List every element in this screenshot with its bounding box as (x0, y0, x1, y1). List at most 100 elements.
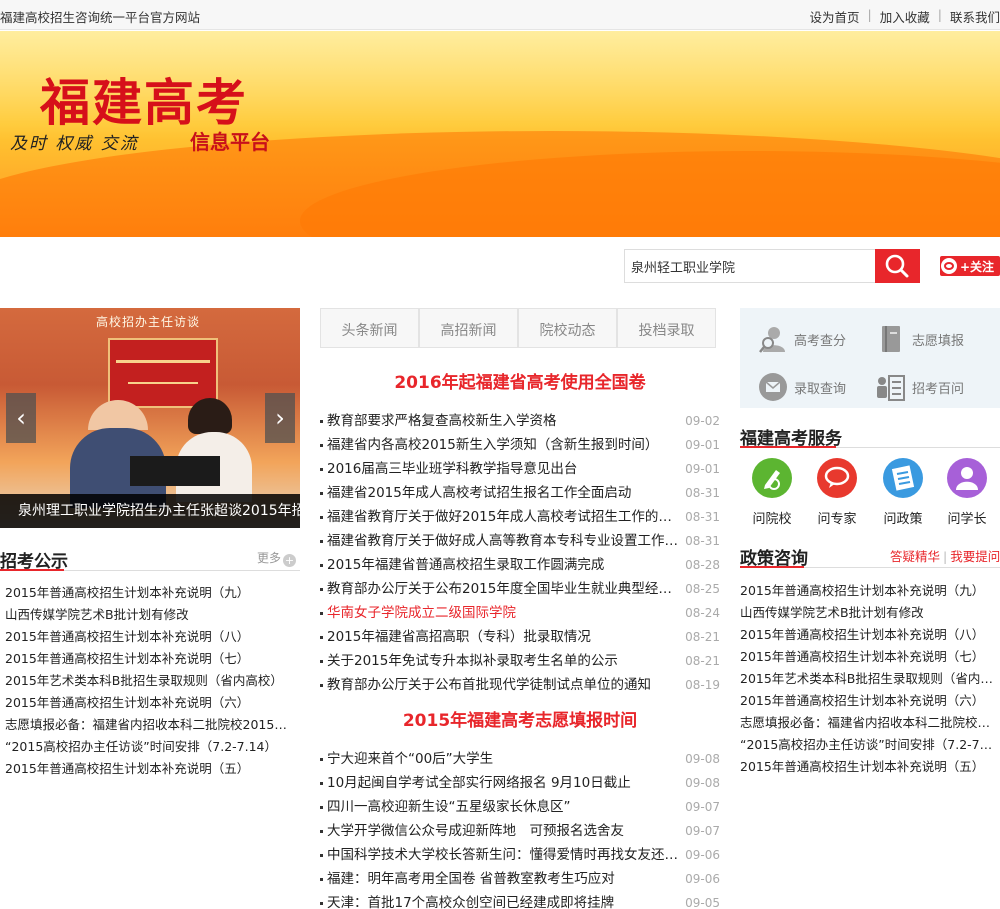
list-item[interactable]: 2015年艺术类本科B批招生录取规则（省内高校） (5, 670, 295, 692)
service-ask-senior[interactable]: 问学长 (937, 458, 997, 528)
news-item[interactable]: 关于2015年免试专升本拟补录取考生名单的公示 08-21 (320, 649, 720, 673)
pencil-icon (752, 458, 792, 498)
policy-list: 2015年普通高校招生计划本补充说明（九） 山西传媒学院艺术B批计划有修改 20… (740, 580, 994, 778)
quick-link-admission[interactable]: 录取查询 (758, 370, 878, 404)
quick-link-volunteer[interactable]: 志愿填报 (876, 322, 996, 356)
divider: | (937, 7, 942, 22)
list-item[interactable]: “2015高校招办主任访谈”时间安排（7.2-7.14） (5, 736, 295, 758)
tab-college-news[interactable]: 院校动态 (518, 308, 617, 348)
site-name: 福建高校招生咨询统一平台官方网站 (0, 10, 201, 25)
list-item[interactable]: 山西传媒学院艺术B批计划有修改 (5, 604, 295, 626)
ask-question-link[interactable]: 我要提问 (950, 549, 1000, 564)
tab-headline-news[interactable]: 头条新闻 (320, 308, 419, 348)
chevron-left-icon[interactable]: ‹ (6, 393, 36, 443)
news-item[interactable]: 四川一高校迎新生设“五星级家长休息区” 09-07 (320, 795, 720, 819)
list-item[interactable]: “2015高校招办主任访谈”时间安排（7.2-7.14） (740, 734, 994, 756)
service-ask-expert[interactable]: 问专家 (807, 458, 867, 528)
chevron-right-icon[interactable]: › (265, 393, 295, 443)
headline-news-title[interactable]: 2016年起福建省高考使用全国卷 (320, 368, 720, 393)
divider: | (867, 7, 872, 22)
news-item[interactable]: 福建省教育厅关于做好2015年成人高校考试招生工作的通知 08-31 (320, 505, 720, 529)
news-item[interactable]: 华南女子学院成立二级国际学院 08-24 (320, 601, 720, 625)
follow-label: +关注 (960, 260, 995, 274)
host-head (188, 398, 232, 434)
headline-news-title[interactable]: 2015年福建高考志愿填报时间 (320, 706, 720, 731)
weibo-follow-button[interactable]: +关注 (940, 256, 1000, 276)
news-item[interactable]: 福建省2015年成人高校考试招生报名工作全面启动 08-31 (320, 481, 720, 505)
quick-links-panel: 高考查分 志愿填报 录取查询 招考百问 (740, 308, 1000, 408)
tab-admission-news[interactable]: 高招新闻 (419, 308, 518, 348)
list-item[interactable]: 2015年普通高校招生计划本补充说明（八） (740, 624, 994, 646)
list-item[interactable]: 2015年普通高校招生计划本补充说明（五） (740, 756, 994, 778)
speech-bubble-icon (817, 458, 857, 498)
qa-highlights-link[interactable]: 答疑精华 (890, 549, 940, 564)
document-icon (883, 458, 923, 498)
news-item[interactable]: 教育部办公厅关于公布首批现代学徒制试点单位的通知 08-19 (320, 673, 720, 697)
news-tabs: 头条新闻 高招新闻 院校动态 投档录取 (320, 308, 716, 348)
logo-subtitle: 信息平台 (190, 130, 270, 154)
search-icon (885, 254, 909, 278)
news-list: 宁大迎来首个“00后”大学生 09-08 10月起闽自学考试全部实行网络报名 9月… (320, 747, 720, 909)
list-item[interactable]: 山西传媒学院艺术B批计划有修改 (740, 602, 994, 624)
news-item[interactable]: 2016届高三毕业班学科教学指导意见出台 09-01 (320, 457, 720, 481)
mail-icon (759, 373, 787, 401)
search-input[interactable] (624, 249, 876, 283)
news-item[interactable]: 2015年福建省高招高职（专科）批录取情况 08-21 (320, 625, 720, 649)
slider-caption[interactable]: 泉州理工职业学院招生办主任张超谈2015年招生 (0, 494, 300, 528)
news-item[interactable]: 10月起闽自学考试全部实行网络报名 9月10日截止 09-08 (320, 771, 720, 795)
desk (130, 456, 220, 486)
service-section-header: 福建高考服务 (740, 424, 1000, 449)
list-item[interactable]: 2015年普通高校招生计划本补充说明（六） (740, 690, 994, 712)
logo-title[interactable]: 福建高考 (40, 63, 248, 135)
news-item[interactable]: 天津：首批17个高校众创空间已经建成即将挂牌 09-05 (320, 891, 720, 909)
news-item[interactable]: 教育部要求严格复查高校新生入学资格 09-02 (320, 409, 720, 433)
quick-link-faq[interactable]: 招考百问 (876, 370, 996, 404)
weibo-icon (941, 258, 957, 274)
news-item[interactable]: 教育部办公厅关于公布2015年度全国毕业生就业典型经验高校名单08-25 (320, 577, 720, 601)
news-item[interactable]: 福建省内各高校2015新生入学须知（含新生报到时间） 09-01 (320, 433, 720, 457)
news-list: 教育部要求严格复查高校新生入学资格 09-02 福建省内各高校2015新生入学须知… (320, 409, 720, 697)
slider-screen (108, 338, 218, 408)
news-item[interactable]: 大学开学微信公众号成迎新阵地 可预报名选舍友 09-07 (320, 819, 720, 843)
contact-us-link[interactable]: 联系我们 (950, 7, 1000, 26)
more-link[interactable]: 更多 + (257, 549, 297, 567)
person-search-icon (759, 327, 785, 353)
add-favorite-link[interactable]: 加入收藏 (880, 7, 930, 26)
news-item[interactable]: 中国科学技术大学校长答新生问：懂得爱情时再找女友还不迟 09-06 (320, 843, 720, 867)
book-icon (882, 326, 900, 352)
divider: | (943, 549, 948, 564)
top-bar: 福建高校招生咨询统一平台官方网站 设为首页 | 加入收藏 | 联系我们 (0, 0, 1000, 30)
news-item[interactable]: 宁大迎来首个“00后”大学生 09-08 (320, 747, 720, 771)
list-item[interactable]: 2015年普通高校招生计划本补充说明（七） (5, 648, 295, 670)
left-section-list: 2015年普通高校招生计划本补充说明（九） 山西传媒学院艺术B批计划有修改 20… (5, 582, 295, 780)
tab-admission-results[interactable]: 投档录取 (617, 308, 716, 348)
plus-icon: + (283, 554, 297, 567)
service-ask-policy[interactable]: 问政策 (873, 458, 933, 528)
list-person-icon (877, 375, 905, 401)
list-item[interactable]: 2015年艺术类本科B批招生录取规则（省内高校） (740, 668, 994, 690)
top-links: 设为首页 | 加入收藏 | 联系我们 (810, 7, 1000, 26)
list-item[interactable]: 2015年普通高校招生计划本补充说明（八） (5, 626, 295, 648)
featured-slider[interactable]: 高校招办主任访谈 ‹ › 泉州理工职业学院招生办主任张超谈2015年招生 (0, 308, 300, 528)
service-ask-college[interactable]: 问院校 (742, 458, 802, 528)
logo-slogan: 及时 权威 交流 (10, 134, 139, 154)
banner: 福建高考 及时 权威 交流 信息平台 (0, 31, 1000, 237)
news-item[interactable]: 福建：明年高考用全国卷 省普教室教考生巧应对 09-06 (320, 867, 720, 891)
set-homepage-link[interactable]: 设为首页 (810, 7, 860, 26)
list-item[interactable]: 2015年普通高校招生计划本补充说明（五） (5, 758, 295, 780)
slider-top-caption: 高校招办主任访谈 (96, 315, 201, 329)
list-item[interactable]: 志愿填报必备：福建省内招收本科二批院校2015年招生计划 (740, 712, 994, 734)
search-button[interactable] (875, 249, 920, 283)
left-section-header: 招考公示 (0, 547, 300, 572)
quick-link-score[interactable]: 高考查分 (758, 322, 878, 356)
list-item[interactable]: 2015年普通高校招生计划本补充说明（九） (740, 580, 994, 602)
list-item[interactable]: 志愿填报必备：福建省内招收本科二批院校2015年招生计划 (5, 714, 295, 736)
news-item[interactable]: 福建省教育厅关于做好成人高等教育本专科专业设置工作的通知 08-31 (320, 529, 720, 553)
tabs-divider (320, 347, 716, 348)
user-icon (947, 458, 987, 498)
list-item[interactable]: 2015年普通高校招生计划本补充说明（七） (740, 646, 994, 668)
policy-links: 答疑精华 | 我要提问 (890, 546, 1000, 565)
list-item[interactable]: 2015年普通高校招生计划本补充说明（六） (5, 692, 295, 714)
news-item[interactable]: 2015年福建省普通高校招生录取工作圆满完成 08-28 (320, 553, 720, 577)
list-item[interactable]: 2015年普通高校招生计划本补充说明（九） (5, 582, 295, 604)
